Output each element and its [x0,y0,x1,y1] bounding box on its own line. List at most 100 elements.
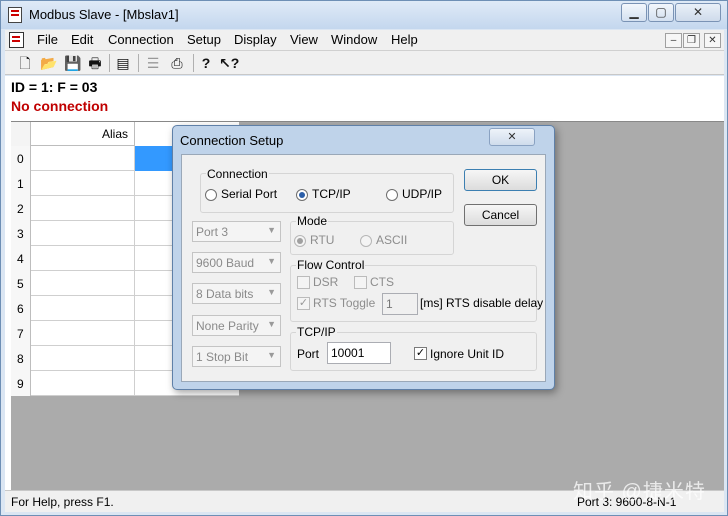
menu-file[interactable]: File [35,32,60,47]
close-icon: ✕ [507,131,517,143]
mdi-close-button[interactable]: ✕ [704,33,721,48]
baud-combo[interactable]: 9600 Baud ▼ [192,252,281,273]
close-button[interactable]: ✕ [675,3,721,22]
row-number: 1 [11,171,31,196]
udpip-radio[interactable] [386,189,398,201]
minimize-button[interactable]: ▁ [621,3,647,22]
dialog-close-button[interactable]: ✕ [489,128,535,146]
status-help-text: For Help, press F1. [11,495,114,509]
cascade-icon[interactable]: ☰ [143,53,163,73]
baud-combo-value: 9600 Baud [196,256,255,270]
cts-label: CTS [370,275,394,289]
check-icon: ✓ [298,297,309,309]
mdi-minimize-button[interactable]: – [665,33,682,48]
alias-column-header[interactable]: Alias [31,122,135,146]
print-icon[interactable]: 🖶 [85,53,105,73]
alias-cell[interactable] [31,321,135,346]
alias-cell[interactable] [31,246,135,271]
menu-edit[interactable]: Edit [69,32,95,47]
mdi-restore-button[interactable]: ❐ [683,33,700,48]
ascii-radio[interactable] [360,235,372,247]
connection-setup-dialog: Connection Setup ✕ Connection Serial Por… [172,125,555,390]
minimize-icon: – [670,35,677,46]
tcp-port-input[interactable]: 10001 [327,342,391,364]
ignore-unit-id-label[interactable]: Ignore Unit ID [430,347,504,361]
row-number: 7 [11,321,31,346]
rts-toggle-checkbox[interactable]: ✓ [297,297,310,310]
alias-cell[interactable] [31,271,135,296]
window-icon[interactable]: ▤ [113,53,133,73]
data-bits-combo-value: 8 Data bits [196,287,254,301]
alias-cell[interactable] [31,346,135,371]
printer-setup-icon[interactable]: ⎙ [167,53,187,73]
menu-window[interactable]: Window [329,32,379,47]
menu-display[interactable]: Display [232,32,279,47]
connection-group-label: Connection [206,167,269,181]
chevron-down-icon: ▼ [267,319,276,329]
restore-icon: ❐ [687,35,696,46]
open-icon[interactable]: 📂 [39,53,59,73]
dialog-body: Connection Serial Port TCP/IP UDP/IP OK … [181,154,546,382]
row-number: 3 [11,221,31,246]
alias-cell[interactable] [31,296,135,321]
alias-cell[interactable] [31,371,135,396]
chevron-down-icon: ▼ [267,225,276,235]
rts-delay-label: [ms] RTS disable delay [420,296,544,310]
menu-help[interactable]: Help [389,32,420,47]
alias-cell[interactable] [31,221,135,246]
cancel-button[interactable]: Cancel [464,204,537,226]
udpip-label[interactable]: UDP/IP [402,187,442,201]
parity-combo[interactable]: None Parity ▼ [192,315,281,336]
document-icon[interactable] [9,32,24,48]
stop-bits-combo[interactable]: 1 Stop Bit ▼ [192,346,281,367]
grid-corner [11,122,31,146]
help-icon[interactable]: ? [196,53,216,73]
rtu-radio[interactable] [294,235,306,247]
alias-cell[interactable] [31,171,135,196]
serial-port-radio[interactable] [205,189,217,201]
context-help-icon[interactable]: ↖? [219,53,239,73]
save-icon[interactable]: 💾 [63,53,83,73]
ascii-label: ASCII [376,233,408,247]
rts-toggle-label: RTS Toggle [313,296,376,310]
row-number: 5 [11,271,31,296]
serial-port-label[interactable]: Serial Port [221,187,277,201]
ok-button[interactable]: OK [464,169,537,191]
dialog-title: Connection Setup [180,133,284,148]
port-combo-value: Port 3 [196,225,229,239]
app-icon [8,7,22,23]
menu-setup[interactable]: Setup [185,32,223,47]
dsr-checkbox[interactable] [297,276,310,289]
alias-cell[interactable] [31,146,135,171]
rts-delay-input[interactable]: 1 [382,293,418,315]
toolbar: 🗋 📂 💾 🖶 ▤ ☰ ⎙ ? ↖? [5,51,724,75]
rtu-label: RTU [310,233,335,247]
port-combo[interactable]: Port 3 ▼ [192,221,281,242]
chevron-down-icon: ▼ [267,287,276,297]
row-number: 9 [11,371,31,396]
mode-group-label: Mode [296,214,329,228]
watermark: 知乎 @捷米特 [573,481,706,503]
menu-connection[interactable]: Connection [106,32,176,47]
row-number: 0 [11,146,31,171]
tcpip-radio[interactable] [296,189,308,201]
port-label: Port [297,347,320,361]
window-title: Modbus Slave - [Mbslav1] [29,7,179,22]
maximize-button[interactable]: ▢ [648,3,674,22]
menu-view[interactable]: View [288,32,320,47]
title-bar[interactable]: Modbus Slave - [Mbslav1] ▁ ▢ ✕ [1,1,727,29]
cts-checkbox[interactable] [354,276,367,289]
dsr-label: DSR [313,275,339,289]
row-number: 4 [11,246,31,271]
maximize-icon: ▢ [655,5,667,19]
ignore-unit-id-checkbox[interactable]: ✓ [414,347,427,360]
row-number: 2 [11,196,31,221]
data-bits-combo[interactable]: 8 Data bits ▼ [192,283,281,304]
new-icon[interactable]: 🗋 [15,53,35,73]
tcpip-label[interactable]: TCP/IP [312,187,351,201]
stop-bits-combo-value: 1 Stop Bit [196,350,249,364]
connection-status: No connection [11,98,109,114]
alias-cell[interactable] [31,196,135,221]
toolbar-separator [109,54,110,72]
parity-combo-value: None Parity [196,319,259,333]
